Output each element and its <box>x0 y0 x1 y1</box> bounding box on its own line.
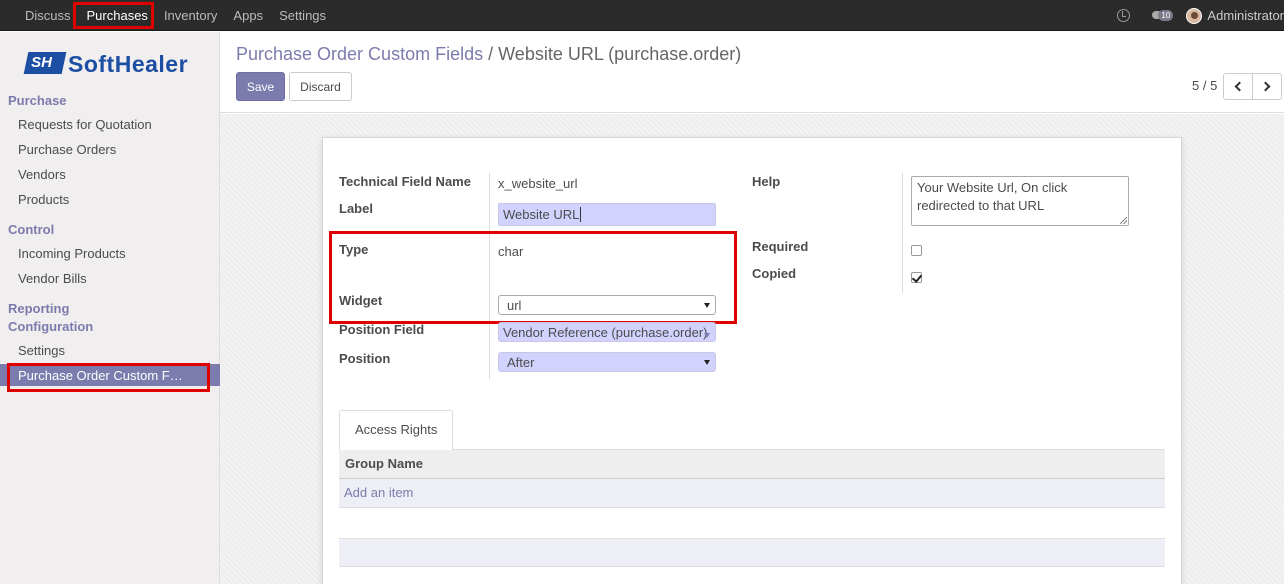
chevron-right-icon <box>1260 81 1271 92</box>
dropdown-arrow-icon <box>704 360 710 365</box>
sidebar-section-configuration[interactable]: Configuration <box>8 319 93 334</box>
position-field-select[interactable]: Vendor Reference (purchase.order) <box>498 322 716 342</box>
column-group-name[interactable]: Group Name <box>345 456 423 471</box>
chat-count-badge: 10 <box>1158 9 1174 21</box>
logo-mark-text: SH <box>31 54 52 71</box>
systray: 10 Administrator <box>1117 0 1284 31</box>
add-item-link[interactable]: Add an item <box>344 485 413 500</box>
pager-next-button[interactable] <box>1252 73 1282 100</box>
sidebar-item-products[interactable]: Products <box>18 192 69 207</box>
table-header: Group Name <box>339 450 1165 479</box>
pager-counter[interactable]: 5 / 5 <box>1192 78 1217 93</box>
activity-clock-icon[interactable] <box>1117 9 1131 22</box>
avatar[interactable] <box>1186 7 1203 24</box>
control-panel: Purchase Order Custom Fields / Website U… <box>220 32 1284 113</box>
position-label: Position <box>339 351 391 366</box>
sidebar-item-requests-for-quotation[interactable]: Requests for Quotation <box>18 117 152 132</box>
menu-apps[interactable]: Apps <box>225 0 271 31</box>
discard-button[interactable]: Discard <box>289 72 352 101</box>
chevron-left-icon <box>1234 81 1245 92</box>
softhealer-logo: SH SoftHealer <box>23 51 196 80</box>
menu-inventory[interactable]: Inventory <box>156 0 225 31</box>
breadcrumb-separator: / <box>488 44 494 64</box>
sidebar-item-vendor-bills[interactable]: Vendor Bills <box>18 271 87 286</box>
label-field[interactable]: Website URL <box>498 203 716 226</box>
tab-access-rights-label: Access Rights <box>355 422 438 437</box>
label-label: Label <box>339 201 373 216</box>
position-select[interactable]: After <box>498 352 716 372</box>
position-field-value: Vendor Reference (purchase.order) <box>503 325 708 340</box>
chat-icon[interactable]: 10 <box>1152 9 1174 23</box>
sidebar-item-incoming-products[interactable]: Incoming Products <box>18 246 126 261</box>
caret-down-icon <box>704 333 710 338</box>
highlight-purchases-menu <box>73 2 154 29</box>
required-label: Required <box>752 239 809 254</box>
highlight-custom-fields-item <box>7 363 210 392</box>
technical-field-name-value: x_website_url <box>498 176 578 191</box>
label-field-value: Website URL <box>503 207 580 222</box>
breadcrumb-parent[interactable]: Purchase Order Custom Fields <box>236 44 483 64</box>
position-field-label: Position Field <box>339 322 425 337</box>
help-label: Help <box>752 174 781 189</box>
table-row-add: Add an item <box>339 479 1165 508</box>
top-navbar: Discuss Purchases Inventory Apps Setting… <box>0 0 1284 31</box>
main-menu: Discuss Purchases Inventory Apps Setting… <box>17 0 334 31</box>
logo-text: SoftHealer <box>68 51 189 77</box>
sidebar-item-vendors[interactable]: Vendors <box>18 167 66 182</box>
sidebar-item-purchase-orders[interactable]: Purchase Orders <box>18 142 116 157</box>
table-footer-row <box>339 538 1165 567</box>
help-textarea-value: Your Website Url, On click redirected to… <box>917 180 1068 213</box>
position-select-value: After <box>507 355 535 370</box>
menu-discuss[interactable]: Discuss <box>17 0 79 31</box>
technical-field-name-label: Technical Field Name <box>339 174 471 189</box>
tab-access-rights[interactable]: Access Rights <box>339 410 453 450</box>
text-caret <box>580 207 582 222</box>
required-checkbox[interactable] <box>911 245 922 256</box>
sidebar-item-settings[interactable]: Settings <box>18 343 65 358</box>
highlight-type-widget <box>329 231 737 324</box>
pager-previous-button[interactable] <box>1223 73 1253 100</box>
sidebar-section-control[interactable]: Control <box>8 222 54 237</box>
menu-settings[interactable]: Settings <box>271 0 334 31</box>
group-divider-right <box>902 173 903 293</box>
sidebar-section-purchase[interactable]: Purchase <box>8 93 67 108</box>
save-button[interactable]: Save <box>236 72 285 101</box>
logo-mark-icon: SH <box>23 52 67 74</box>
sidebar-section-reporting[interactable]: Reporting <box>8 301 69 316</box>
breadcrumb-current: Website URL (purchase.order) <box>498 44 742 64</box>
user-menu[interactable]: Administrator <box>1207 8 1284 23</box>
resize-grip-icon[interactable] <box>1120 217 1127 224</box>
copied-label: Copied <box>752 266 797 281</box>
breadcrumb: Purchase Order Custom Fields / Website U… <box>236 44 741 65</box>
copied-checkbox[interactable] <box>911 272 922 283</box>
help-textarea[interactable]: Your Website Url, On click redirected to… <box>911 176 1129 226</box>
